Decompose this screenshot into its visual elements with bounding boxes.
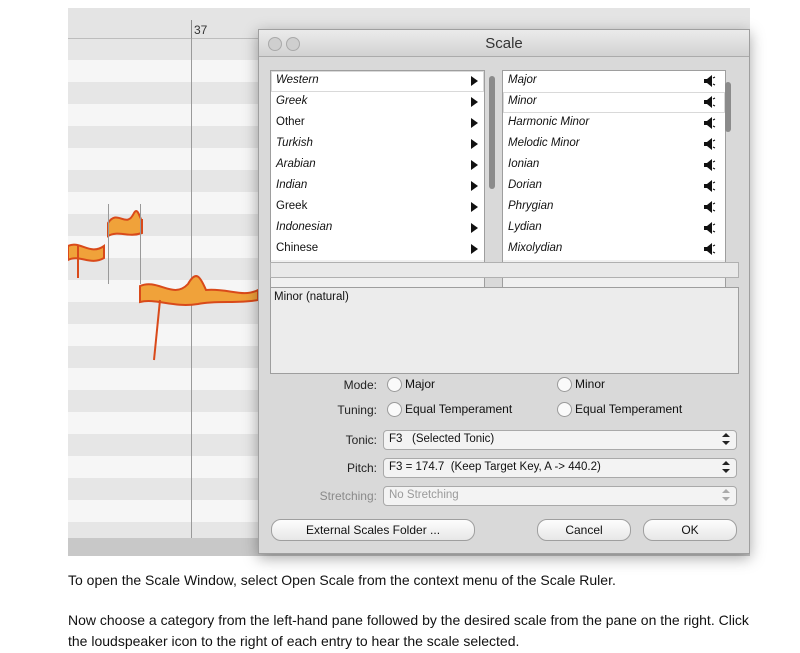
category-item[interactable]: Indian	[271, 176, 484, 197]
mode-major-text: Major	[405, 377, 436, 391]
scale-item-label: Minor	[508, 95, 537, 107]
loudspeaker-icon[interactable]	[703, 200, 717, 214]
category-item[interactable]: Western	[271, 71, 484, 92]
stretching-label: Stretching:	[319, 489, 377, 503]
submenu-arrow-icon	[471, 244, 478, 254]
tonic-label: Tonic:	[345, 433, 377, 447]
pitch-label: Pitch:	[346, 461, 377, 475]
scale-item-label: Melodic Minor	[508, 137, 580, 149]
submenu-arrow-icon	[471, 160, 478, 170]
loudspeaker-icon[interactable]	[703, 74, 717, 88]
category-item-label: Other	[276, 116, 305, 128]
category-item[interactable]: Arabian	[271, 155, 484, 176]
note-blob[interactable]	[68, 243, 105, 278]
loudspeaker-icon[interactable]	[703, 221, 717, 235]
category-item[interactable]: Other	[271, 113, 484, 134]
category-item[interactable]: Greek	[271, 197, 484, 218]
tuning-b-radio[interactable]	[557, 402, 572, 417]
loudspeaker-icon[interactable]	[703, 158, 717, 172]
category-item[interactable]: Turkish	[271, 134, 484, 155]
scale-item[interactable]: Ionian	[503, 155, 725, 176]
category-item[interactable]: Chinese	[271, 239, 484, 260]
submenu-arrow-icon	[471, 139, 478, 149]
submenu-arrow-icon	[471, 181, 478, 191]
scale-item-label: Dorian	[508, 179, 542, 191]
external-scales-folder-button[interactable]: External Scales Folder ...	[271, 519, 475, 541]
category-list[interactable]: Western Greek Other Turkish Arabian Indian Gre…	[270, 70, 485, 291]
stretching-value: No Stretching	[389, 489, 459, 501]
mode-minor-radio[interactable]	[557, 377, 572, 392]
scale-item-label: Ionian	[508, 158, 540, 170]
category-item-label: Indonesian	[276, 221, 333, 233]
caption-paragraph-1: To open the Scale Window, select Open Sc…	[68, 572, 616, 588]
scale-description-text: Minor (natural)	[274, 291, 349, 303]
scale-description-box: Minor (natural)	[270, 287, 739, 374]
scale-item-label: Mixolydian	[508, 242, 563, 254]
category-item-label: Arabian	[276, 158, 316, 170]
ok-button[interactable]: OK	[643, 519, 737, 541]
scale-item-label: Lydian	[508, 221, 542, 233]
submenu-arrow-icon	[471, 97, 478, 107]
tuning-b-text: Equal Temperament	[575, 402, 683, 416]
tuning-label: Tuning:	[337, 403, 377, 417]
category-item-label: Turkish	[276, 137, 313, 149]
loudspeaker-icon[interactable]	[703, 137, 717, 151]
scale-item-label: Harmonic Minor	[508, 116, 590, 128]
mode-label: Mode:	[343, 378, 377, 392]
pitch-value: F3 = 174.7 (Keep Target Key, A -> 440.2)	[389, 461, 601, 473]
scale-item-label: Phrygian	[508, 200, 554, 212]
updown-arrows-icon	[722, 489, 730, 501]
updown-arrows-icon	[722, 433, 730, 445]
cancel-button[interactable]: Cancel	[537, 519, 631, 541]
scale-item[interactable]: Melodic Minor	[503, 134, 725, 155]
dialog-titlebar[interactable]: Scale	[259, 30, 749, 57]
scale-list-scrollbar[interactable]	[725, 82, 731, 132]
scale-item[interactable]: Phrygian	[503, 197, 725, 218]
loudspeaker-icon[interactable]	[703, 179, 717, 193]
scale-item[interactable]: Harmonic Minor	[503, 113, 725, 134]
dialog-title: Scale	[485, 35, 523, 52]
category-item[interactable]: Greek	[271, 92, 484, 113]
submenu-arrow-icon	[471, 223, 478, 233]
caption-paragraph-2: Now choose a category from the left-hand…	[68, 612, 749, 649]
tuning-a-radio[interactable]	[387, 402, 402, 417]
loudspeaker-icon[interactable]	[703, 242, 717, 256]
tonic-select[interactable]: F3 (Selected Tonic)	[383, 430, 737, 450]
list-footer-bar	[270, 262, 739, 278]
submenu-arrow-icon	[471, 118, 478, 128]
updown-arrows-icon	[722, 461, 730, 473]
scale-item[interactable]: Minor	[503, 92, 725, 113]
stretching-select: No Stretching	[383, 486, 737, 506]
category-item-label: Greek	[276, 200, 308, 212]
scale-dialog: Scale Western Greek Other Turkish Arabian Ind…	[258, 29, 750, 554]
pitch-select[interactable]: F3 = 174.7 (Keep Target Key, A -> 440.2)	[383, 458, 737, 478]
category-item-label: Chinese	[276, 242, 319, 254]
mode-major-radio[interactable]	[387, 377, 402, 392]
category-list-scrollbar[interactable]	[489, 76, 495, 189]
category-item[interactable]: Indonesian	[271, 218, 484, 239]
scale-list[interactable]: Major Minor Harmonic Minor Melodic Minor Ion…	[502, 70, 726, 291]
note-blob[interactable]	[139, 275, 259, 361]
tuning-a-text: Equal Temperament	[405, 402, 513, 416]
category-item-label: Western	[276, 74, 319, 86]
tonic-value: F3 (Selected Tonic)	[389, 433, 495, 445]
submenu-arrow-icon	[471, 202, 478, 212]
note-blob[interactable]	[107, 210, 143, 238]
scale-item[interactable]: Mixolydian	[503, 239, 725, 260]
submenu-arrow-icon	[471, 76, 478, 86]
category-item-label: Greek	[276, 95, 308, 107]
loudspeaker-icon[interactable]	[703, 95, 717, 109]
scale-item-label: Major	[508, 74, 537, 86]
category-item-label: Indian	[276, 179, 308, 191]
loudspeaker-icon[interactable]	[703, 116, 717, 130]
mode-minor-text: Minor	[575, 377, 606, 391]
scale-item[interactable]: Dorian	[503, 176, 725, 197]
scale-item[interactable]: Major	[503, 71, 725, 92]
scale-item[interactable]: Lydian	[503, 218, 725, 239]
